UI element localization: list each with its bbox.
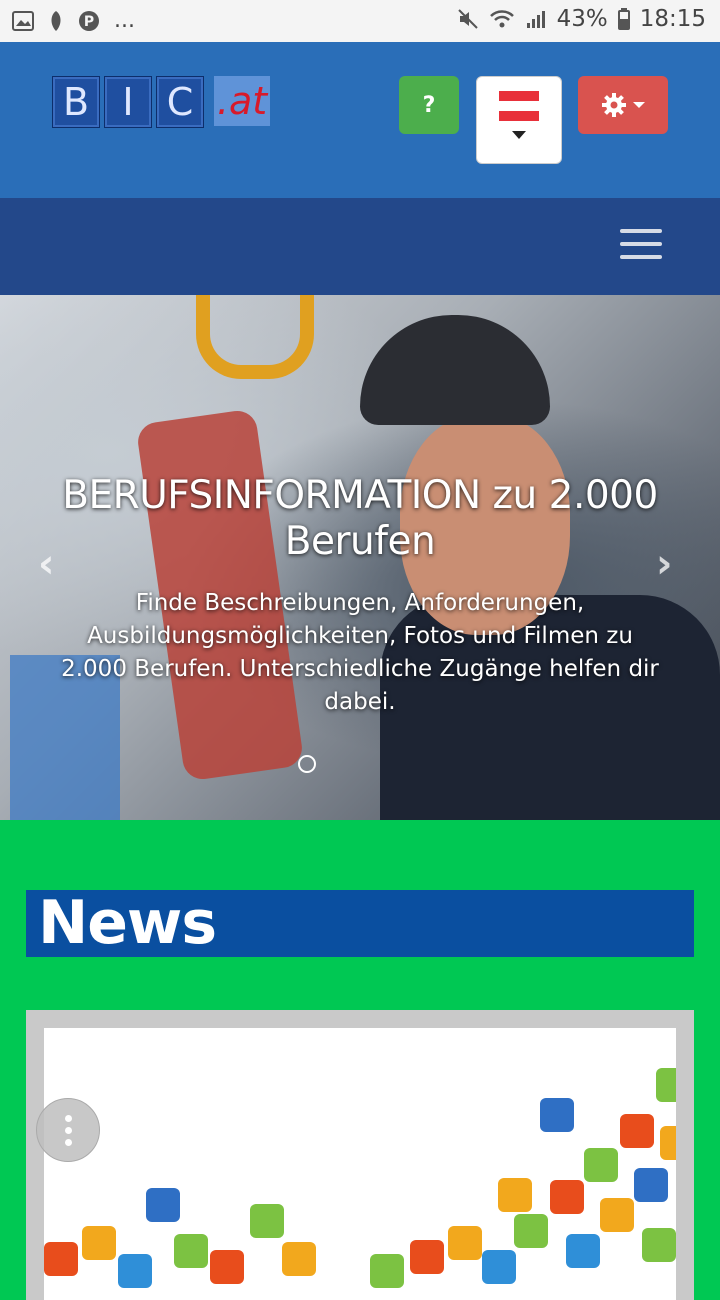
news-title: News — [38, 888, 217, 958]
logo-letter-b: B — [52, 76, 100, 128]
main-navbar — [0, 198, 720, 295]
leaf-icon — [51, 10, 61, 31]
more-options-button[interactable] — [36, 1098, 100, 1162]
mute-icon — [457, 9, 478, 29]
news-puzzle-image — [44, 1028, 676, 1300]
battery-percent: 43% — [556, 6, 608, 32]
caret-down-icon — [633, 102, 645, 108]
settings-dropdown-button[interactable] — [578, 76, 668, 134]
austria-flag-icon — [499, 91, 539, 121]
carousel-caption: BERUFSINFORMATION zu 2.000 Berufen Finde… — [60, 473, 660, 719]
logo-suffix: .at — [214, 76, 270, 126]
help-button[interactable]: ? — [399, 76, 459, 134]
carousel-text: Finde Beschreibungen, Anforderungen, Aus… — [61, 590, 659, 715]
battery-icon — [617, 8, 630, 30]
status-right: 43% 18:15 — [457, 6, 706, 32]
pinterest-icon: P — [79, 10, 99, 31]
carousel-indicator[interactable] — [298, 755, 316, 773]
hamburger-menu-icon[interactable] — [620, 229, 662, 261]
news-section-header: News — [26, 890, 694, 957]
signal-icon — [526, 11, 545, 28]
bic-logo[interactable]: B I C .at — [52, 76, 270, 128]
status-left-icons: P ... — [12, 8, 135, 33]
gear-icon — [602, 93, 626, 117]
site-header: B I C .at ? — [0, 42, 720, 198]
carousel-prev-arrow[interactable]: ‹ — [38, 541, 54, 587]
logo-letter-c: C — [156, 76, 204, 128]
status-bar: P ... 43% 18:15 — [0, 0, 720, 42]
language-select-button[interactable] — [476, 76, 562, 164]
caret-down-icon — [512, 131, 526, 139]
wifi-icon — [489, 10, 514, 28]
svg-text:P: P — [84, 14, 94, 30]
logo-letter-i: I — [104, 76, 152, 128]
image-icon — [12, 10, 34, 31]
status-more: ... — [114, 8, 135, 33]
carousel-title: BERUFSINFORMATION zu 2.000 Berufen — [62, 473, 658, 564]
news-card[interactable] — [26, 1010, 694, 1300]
hero-carousel[interactable]: ‹ › BERUFSINFORMATION zu 2.000 Berufen F… — [0, 295, 720, 820]
clock: 18:15 — [639, 6, 706, 32]
